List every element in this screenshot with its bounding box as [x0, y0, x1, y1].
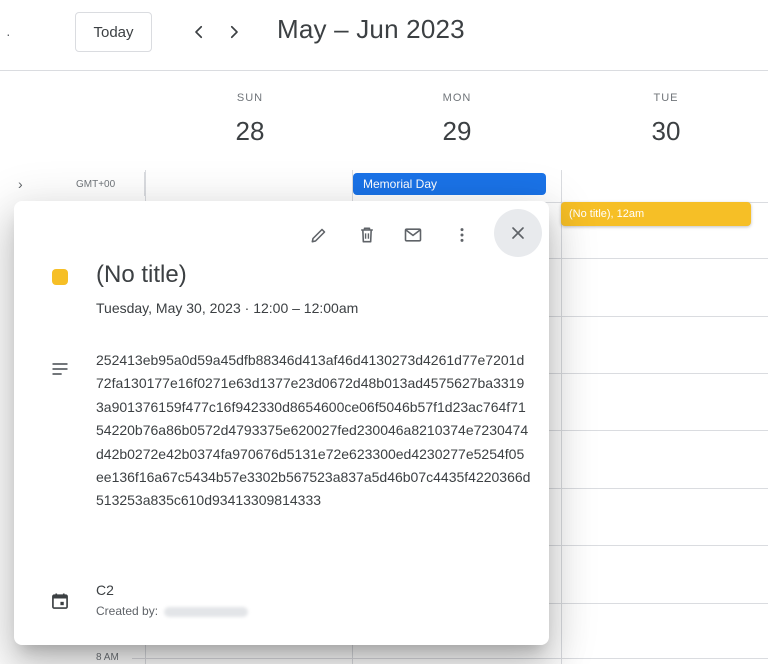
created-by: Created by: [96, 604, 249, 618]
pencil-icon [311, 228, 326, 243]
created-by-label: Created by: [96, 604, 159, 618]
previous-period-button[interactable] [183, 16, 215, 48]
delete-event-button[interactable] [349, 217, 385, 253]
next-period-button[interactable] [218, 16, 250, 48]
memorial-day-event[interactable]: Memorial Day [353, 173, 546, 195]
expand-allday-button[interactable]: › [18, 176, 23, 192]
today-button[interactable]: Today [75, 12, 152, 52]
event-color-swatch [52, 269, 68, 285]
close-popup-button[interactable] [494, 209, 542, 257]
chevron-right-icon [230, 25, 238, 39]
day-number[interactable]: 28 [190, 116, 310, 147]
event-date-time: Tuesday, May 30, 2023 · 12:00 – 12:00am [96, 300, 359, 316]
day-header-mon[interactable]: MON 29 [397, 92, 517, 147]
chevron-left-icon [195, 25, 203, 39]
more-options-button[interactable] [444, 217, 480, 253]
menu-edge-mark: · [6, 26, 11, 42]
day-header-tue[interactable]: TUE 30 [606, 92, 726, 147]
trash-icon [361, 227, 373, 243]
date-range-title: May – Jun 2023 [277, 14, 465, 44]
day-name: TUE [653, 92, 679, 104]
event-description: 252413eb95a0d59a45dfb88346d413af46d41302… [96, 352, 531, 509]
close-icon [512, 227, 524, 239]
email-guests-button[interactable] [395, 217, 431, 253]
grid-line [561, 170, 562, 664]
event-title: (No title) [96, 261, 187, 288]
time-label-8am: 8 AM [96, 652, 119, 663]
calendar-header: · Today May – Jun 2023 [0, 0, 768, 71]
calendar-name: C2 [96, 582, 114, 598]
description-icon [52, 363, 68, 375]
envelope-icon [404, 228, 422, 242]
day-number[interactable]: 29 [397, 116, 517, 147]
event-details-popup: (No title) Tuesday, May 30, 2023 · 12:00… [14, 201, 549, 645]
calendar-icon [52, 593, 68, 609]
day-name: SUN [236, 92, 264, 104]
day-name: MON [442, 92, 472, 104]
timezone-label: GMT+00 [76, 172, 145, 196]
grid-line [132, 658, 768, 659]
day-header-sun[interactable]: SUN 28 [190, 92, 310, 147]
more-vert-icon [460, 228, 464, 242]
edit-event-button[interactable] [301, 217, 337, 253]
day-number[interactable]: 30 [606, 116, 726, 147]
creator-name-redacted [164, 606, 249, 617]
event-chip-no-title[interactable]: (No title), 12am [561, 202, 751, 226]
